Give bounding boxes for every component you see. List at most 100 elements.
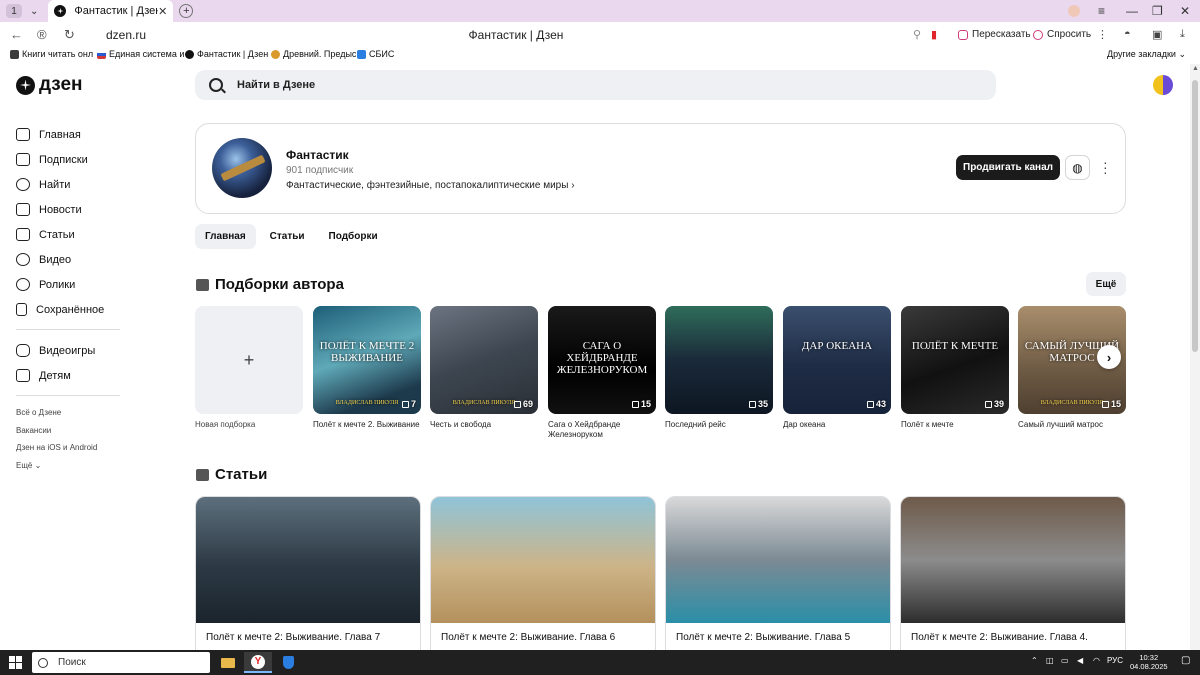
channel-name[interactable]: Фантастик [286,148,349,162]
book-icon [10,49,19,59]
url-field[interactable]: dzen.ru Фантастик | Дзен [86,25,946,45]
sidebar-link-vacancies[interactable]: Вакансии [16,422,120,440]
logo-text: дзен [39,74,83,95]
collection-card[interactable]: 35 Последний рейс [665,306,773,430]
other-bookmarks[interactable]: Другие закладки ⌄ [1107,49,1186,60]
bookmark-item[interactable]: Книги читать онл [10,49,93,59]
search-input[interactable]: Найти в Дзене [195,70,996,100]
bookmark-item[interactable]: СБИС [357,49,394,59]
security-shield-icon[interactable] [274,652,302,673]
search-placeholder: Найти в Дзене [237,79,316,91]
channel-avatar[interactable] [212,138,272,198]
article-card[interactable]: Полёт к мечте 2: Выживание. Глава 4. [900,496,1126,650]
bookmark-item[interactable]: Единая система и [97,49,184,59]
bookmark-item[interactable]: Древний. Предыс [271,49,356,59]
sidebar-item-saved[interactable]: Сохранённое [16,297,120,322]
settings-icon-button[interactable]: ◍ [1065,155,1090,180]
collection-caption: Сага о Хейдбранде Железноруком [548,420,621,439]
tab-articles[interactable]: Статьи [260,224,315,249]
more-vertical-icon[interactable]: · · · [1103,155,1108,179]
article-title: Полёт к мечте 2: Выживание. Глава 7 [206,632,381,643]
scroll-up-icon[interactable]: ▲ [1192,65,1199,72]
chevron-up-icon[interactable]: ⌃ [1031,656,1038,665]
tab-collections[interactable]: Подборки [319,224,388,249]
tab-home[interactable]: Главная [195,224,256,249]
sidebar-item-news[interactable]: Новости [16,197,120,222]
sidebar-item-subscriptions[interactable]: Подписки [16,147,120,172]
page-scrollbar[interactable] [1190,64,1200,650]
minimize-icon[interactable]: — [1126,0,1138,22]
sidebar-item-home[interactable]: Главная [16,122,120,147]
cover-title-text: ПОЛЁТ К МЕЧТЕ 2 ВЫЖИВАНИЕ [319,340,415,364]
sidebar-item-kids[interactable]: Детям [16,363,120,388]
sidebar-item-search[interactable]: Найти [16,172,120,197]
chevron-right-icon[interactable]: › [1097,345,1121,369]
chevron-down-icon[interactable]: ⌄ [30,6,38,17]
language-indicator[interactable]: РУС [1107,656,1123,665]
article-card[interactable]: Полёт к мечте 2: Выживание. Глава 5 [665,496,891,650]
stack-icon [631,400,639,408]
collection-count-badge: 7 [401,399,416,409]
page-title-in-addressbar: Фантастик | Дзен [468,28,564,42]
windows-start-icon[interactable] [9,656,22,669]
volume-icon[interactable]: ◀ [1077,656,1083,665]
article-title: Полёт к мечте 2: Выживание. Глава 6 [441,632,616,643]
network-icon[interactable]: ◫ [1046,656,1054,665]
browser-profile-icon[interactable] [1068,5,1080,17]
location-pin-icon[interactable]: ⚲ [913,28,921,41]
article-title: Полёт к мечте 2: Выживание. Глава 5 [676,632,851,643]
promote-channel-button[interactable]: Продвигать канал [956,155,1060,180]
retell-button[interactable]: Пересказать [958,26,1031,43]
browser-tab-active[interactable]: Фантастик | Дзен ✕ [48,0,174,22]
collection-card[interactable]: ДАР ОКЕАНА 43 Дар океана [783,306,891,430]
yandex-browser-icon[interactable]: Y [244,652,272,673]
new-collection-card[interactable]: + Новая подборка [195,306,303,430]
maximize-icon[interactable]: ❐ [1152,0,1163,22]
taskbar-clock[interactable]: 10:32 04.08.2025 [1130,653,1168,671]
wifi-icon[interactable]: ◠ [1093,656,1100,665]
back-arrow-icon[interactable]: ← [10,27,23,42]
collections-more-button[interactable]: Ещё [1086,272,1126,296]
sidebar-item-articles[interactable]: Статьи [16,222,120,247]
ask-icon [1033,29,1043,40]
stack-icon [401,400,409,408]
bookmark-item[interactable]: Фантастик | Дзен [185,49,268,59]
scrollbar-thumb[interactable] [1192,80,1198,352]
collection-card[interactable]: ПОЛЁТ К МЕЧТЕ 2 ВЫЖИВАНИЕ ВЛАДИСЛАВ ПИКУЛ… [313,306,421,430]
collection-cover-image: ПОЛЁТ К МЕЧТЕ 2 ВЫЖИВАНИЕ ВЛАДИСЛАВ ПИКУЛ… [313,306,421,414]
notifications-icon[interactable]: ▢ [1181,655,1190,666]
sidebar-divider [16,395,120,396]
collection-count-badge: 35 [748,399,768,409]
sidebar-item-videogames[interactable]: Видеоигры [16,338,120,363]
taskbar-search-input[interactable]: Поиск [32,652,210,673]
sidebar-link-apps[interactable]: Дзен на iOS и Android [16,439,120,457]
more-vertical-icon[interactable]: ⋮ [1097,28,1108,41]
ask-button[interactable]: Спросить [1033,26,1091,43]
reload-icon[interactable]: ↻ [64,27,75,43]
window-close-icon[interactable]: ✕ [1180,0,1190,22]
user-avatar[interactable] [1153,75,1173,95]
battery-icon[interactable]: ▭ [1061,656,1069,665]
article-card[interactable]: Полёт к мечте 2: Выживание. Глава 7 [195,496,421,650]
sidebar-item-video[interactable]: Видео [16,247,120,272]
collection-card[interactable]: ПОЛЁТ К МЕЧТЕ 39 Полёт к мечте [901,306,1009,430]
sidebar-link-more[interactable]: Ещё ⌄ [16,457,120,475]
menu-icon[interactable]: ≡ [1098,0,1105,22]
download-icon[interactable]: ⤓ [1180,28,1185,41]
new-tab-plus-icon[interactable]: + [179,4,194,18]
collection-card[interactable]: ВЛАДИСЛАВ ПИКУЛЯ 69 Честь и свобода [430,306,538,430]
close-icon[interactable]: ✕ [158,5,167,18]
dzen-logo[interactable]: дзен [16,74,83,96]
collections-icon[interactable]: ▣ [1152,28,1162,41]
file-explorer-icon[interactable] [214,652,242,673]
article-card[interactable]: Полёт к мечте 2: Выживание. Глава 6 [430,496,656,650]
yandex-id-icon[interactable]: ® [37,27,47,42]
extensions-icon[interactable]: ◓ [1124,28,1131,40]
sidebar-link-about[interactable]: Всё о Дзене [16,404,120,422]
bookmark-flag-icon[interactable]: ▮ [931,28,937,41]
collection-card[interactable]: САГА О ХЕЙДБРАНДЕ ЖЕЛЕЗНОРУКОМ 15 Сага о Х… [548,306,656,440]
channel-description[interactable]: Фантастические, фэнтезийные, постапокали… [286,180,575,191]
sidebar-item-shorts[interactable]: Ролики [16,272,120,297]
tab-counter[interactable]: 1 [6,4,22,18]
article-cover-image [901,497,1125,623]
